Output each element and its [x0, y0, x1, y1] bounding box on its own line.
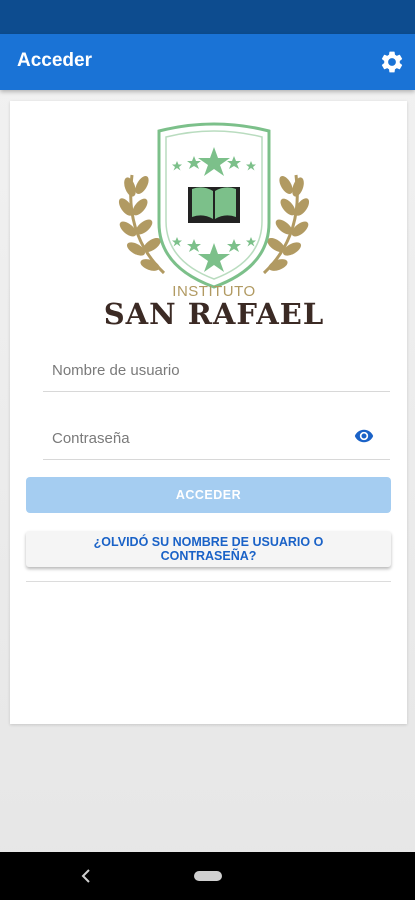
status-bar [0, 0, 415, 34]
login-card: INSTITUTO SAN RAFAEL ACCEDER ¿OLVIDÓ SU … [10, 101, 407, 724]
eye-icon[interactable] [352, 426, 376, 446]
back-chevron-icon[interactable] [78, 864, 94, 888]
home-pill-icon[interactable] [194, 871, 222, 881]
username-field [43, 349, 390, 392]
app-bar: Acceder [0, 34, 415, 90]
system-nav-bar [0, 852, 415, 900]
logo-text-san-rafael: SAN RAFAEL [103, 297, 325, 331]
username-input[interactable] [50, 349, 334, 391]
divider [26, 581, 391, 582]
forgot-credentials-button[interactable]: ¿OLVIDÓ SU NOMBRE DE USUARIO O CONTRASEÑ… [26, 531, 391, 567]
login-button[interactable]: ACCEDER [26, 477, 391, 513]
gear-icon[interactable] [379, 49, 405, 75]
page-title: Acceder [17, 50, 92, 71]
password-input[interactable] [50, 417, 334, 459]
password-field [43, 417, 390, 460]
